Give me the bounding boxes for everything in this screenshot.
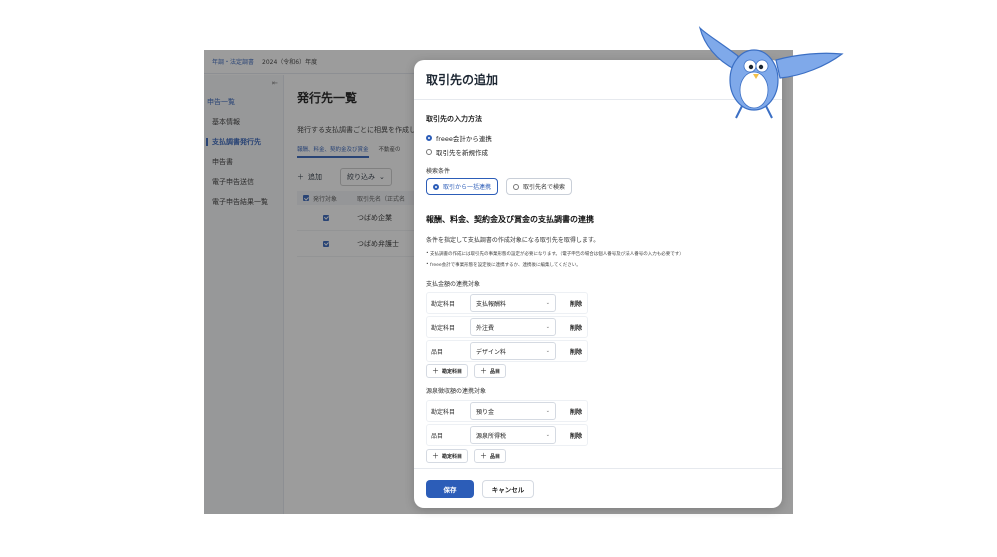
condition-type: 品目 [431,348,444,356]
note-bullet: 支払調書の作成には取引先の事業形態の設定が必要になります。（電子申告の場合は個人… [426,251,684,257]
condition-value: 支払報酬料 [476,300,507,308]
add-item-label: 品目 [490,368,501,375]
condition-type: 品目 [431,432,444,440]
payment-target-title: 支払金額の連携対象 [426,281,481,288]
radio-unselected-icon [426,149,432,155]
withholding-target-title: 源泉徴収額の連携対象 [426,388,487,395]
condition-type: 勘定科目 [431,408,456,416]
chevron-down-icon: ⌄ [545,432,550,438]
add-account-label: 勘定科目 [442,368,463,375]
withholding-add-bar: ＋ 勘定科目 ＋ 品目 [426,449,507,463]
radio-new-recipient-label: 取引先を新規作成 [436,149,488,157]
cancel-button[interactable]: キャンセル [482,479,534,498]
add-account-button[interactable]: ＋ 勘定科目 [426,364,469,378]
payment-add-bar: ＋ 勘定科目 ＋ 品目 [426,364,507,378]
note-bullet: freee会計で事業形態を設定後に連携するか、連携後に編集してください。 [426,262,581,268]
save-button[interactable]: 保存 [426,479,474,498]
add-account-button[interactable]: ＋ 勘定科目 [426,449,469,463]
search-mode-bulk-label: 取引から一括連携 [443,184,492,191]
add-item-button[interactable]: ＋ 品目 [474,364,507,378]
condition-type: 勘定科目 [431,324,456,332]
radio-selected-icon [426,135,432,141]
radio-new-recipient[interactable]: 取引先を新規作成 [426,147,488,157]
search-condition-label: 検索条件 [426,168,451,175]
search-mode-bulk[interactable]: 取引から一括連携 [426,178,499,195]
dialog-footer: 保存 キャンセル [414,468,782,508]
condition-select[interactable]: 支払報酬料 ⌄ [470,294,556,312]
plus-icon: ＋ [480,452,488,460]
section-description: 条件を指定して支払調書の作成対象になる取引先を取得します。 [426,237,600,244]
plus-icon: ＋ [432,452,439,460]
swallow-mascot-icon [698,26,844,119]
dialog-body: 取引先の入力方法 freee会計から連携 取引先を新規作成 検索条件 取引から一… [426,100,770,508]
payment-condition-row: 品目 デザイン料 ⌄ 削除 [426,342,588,360]
delete-button[interactable]: 削除 [570,299,582,308]
search-mode-toggle: 取引から一括連携 取引先名で検索 [426,178,573,195]
input-method-title: 取引先の入力方法 [426,115,482,123]
withholding-condition-row: 品目 源泉所得税 ⌄ 削除 [426,426,588,444]
condition-type: 勘定科目 [431,300,456,308]
delete-button[interactable]: 削除 [570,431,582,440]
condition-select[interactable]: デザイン料 ⌄ [470,342,556,360]
plus-icon: ＋ [480,367,488,375]
chevron-down-icon: ⌄ [545,408,550,414]
dialog-title: 取引先の追加 [426,73,499,87]
radio-freee-link[interactable]: freee会計から連携 [426,133,492,143]
search-mode-by-name[interactable]: 取引先名で検索 [506,178,573,195]
screen: 年調・法定調書 2024（令和6）年度 ⇤ 申告一覧 基本情報 支払調書発行先 … [0,0,997,557]
condition-select[interactable]: 預り金 ⌄ [470,402,556,420]
radio-selected-icon [433,183,439,190]
radio-unselected-icon [513,183,520,190]
add-item-button[interactable]: ＋ 品目 [474,449,507,463]
condition-value: デザイン料 [476,348,507,356]
chevron-down-icon: ⌄ [545,300,550,306]
withholding-condition-row: 勘定科目 預り金 ⌄ 削除 [426,402,588,420]
add-item-label: 品目 [490,453,501,460]
condition-value: 預り金 [476,408,495,416]
chevron-down-icon: ⌄ [545,348,550,354]
delete-button[interactable]: 削除 [570,323,582,332]
plus-icon: ＋ [432,367,439,375]
section-title: 報酬、料金、契約金及び賞金の支払調書の連携 [426,215,594,224]
payment-condition-row: 勘定科目 外注費 ⌄ 削除 [426,318,588,336]
delete-button[interactable]: 削除 [570,407,582,416]
add-account-label: 勘定科目 [442,453,463,460]
add-recipient-dialog: 取引先の追加 取引先の入力方法 freee会計から連携 取引先を新規作成 検索条… [414,60,782,508]
search-mode-by-name-label: 取引先名で検索 [523,184,566,191]
chevron-down-icon: ⌄ [545,324,550,330]
condition-value: 源泉所得税 [476,432,507,440]
payment-condition-row: 勘定科目 支払報酬料 ⌄ 削除 [426,294,588,312]
condition-select[interactable]: 源泉所得税 ⌄ [470,426,556,444]
condition-value: 外注費 [476,324,495,332]
condition-select[interactable]: 外注費 ⌄ [470,318,556,336]
delete-button[interactable]: 削除 [570,347,582,356]
radio-freee-link-label: freee会計から連携 [436,135,492,143]
